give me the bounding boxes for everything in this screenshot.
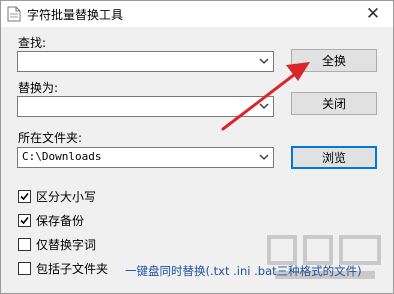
annotation-arrow-icon [221,62,310,131]
app-window: 字符批量替换工具 ✕ 查找: 替换为: 所在文件夹: C:\Downloads … [0,0,394,294]
